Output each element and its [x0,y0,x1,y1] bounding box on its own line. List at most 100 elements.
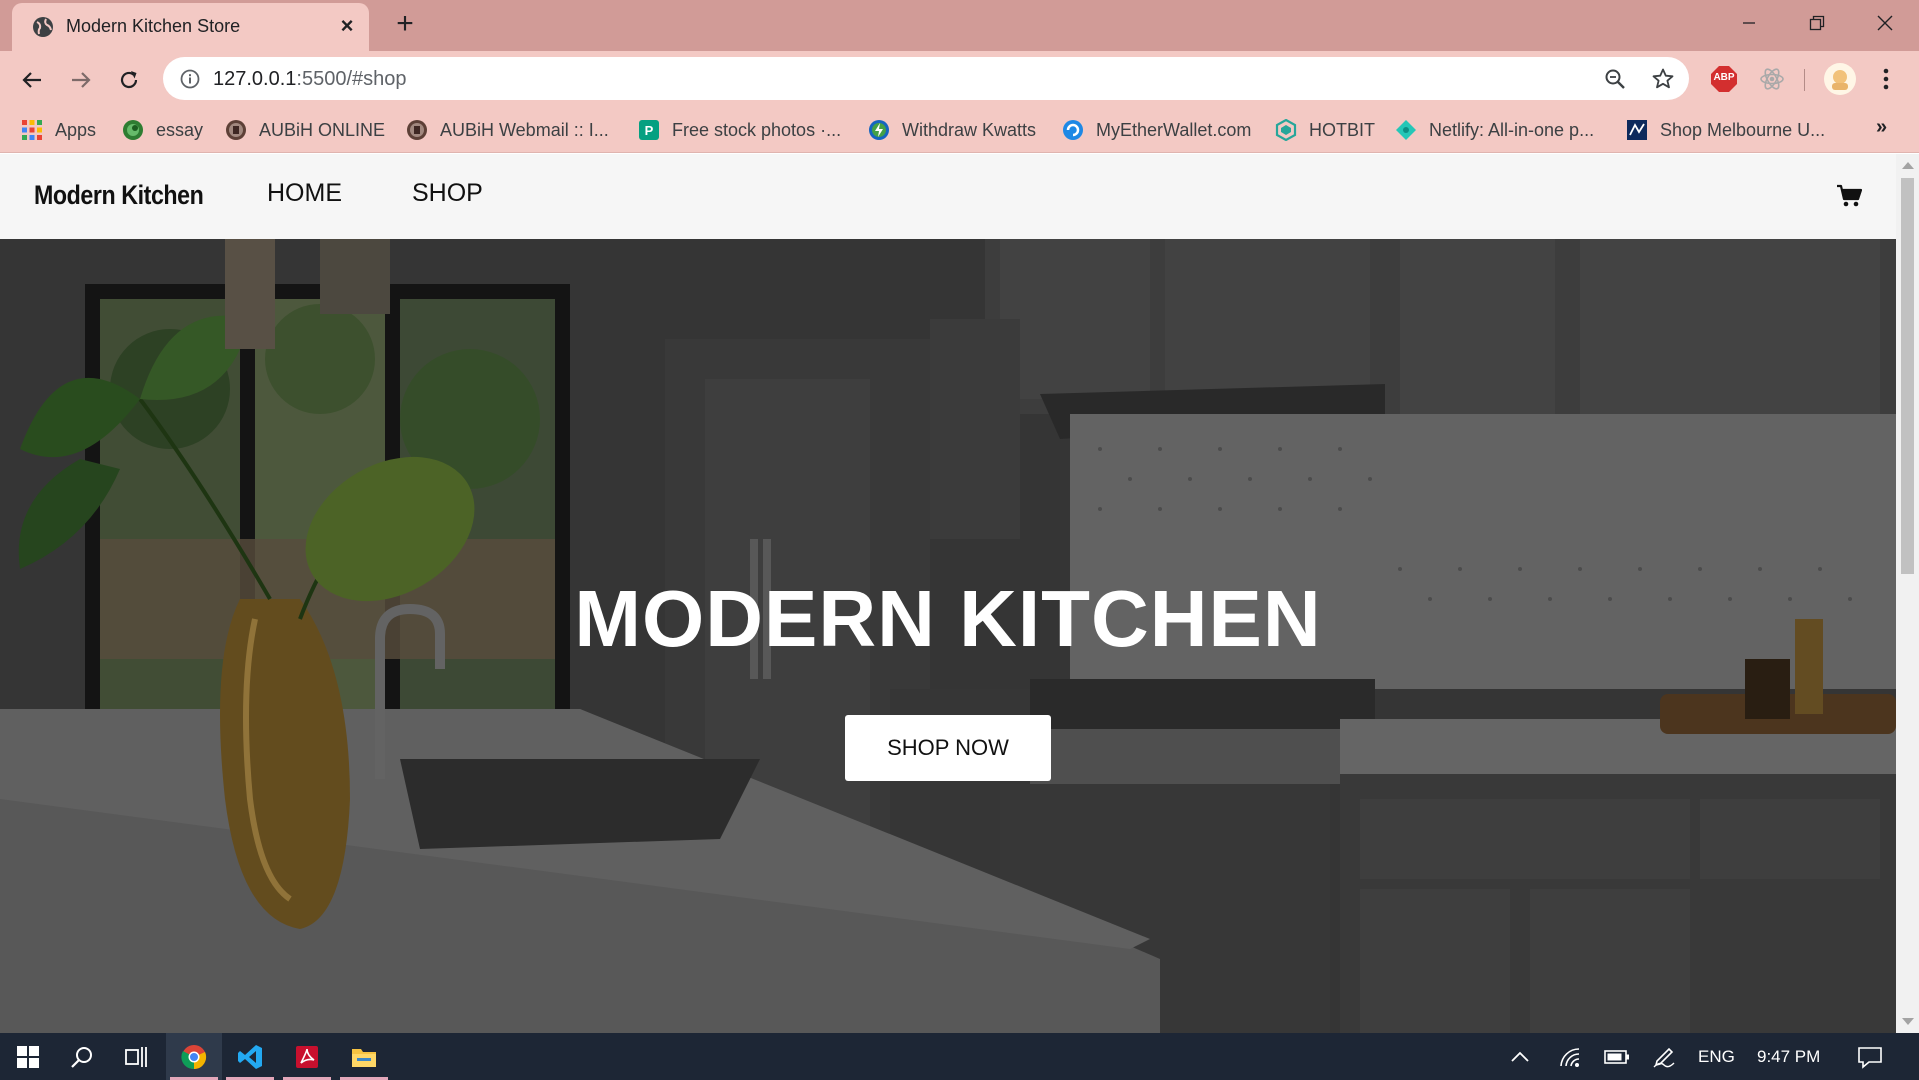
windows-taskbar: ENG 9:47 PM [0,1033,1919,1080]
url-text[interactable]: 127.0.0.1:5500/#shop [213,68,407,91]
show-hidden-icons[interactable] [1510,1033,1530,1080]
close-tab-icon[interactable]: × [335,14,359,38]
apps-grid-icon [22,120,42,140]
hotbit-icon [1275,119,1297,141]
bookmark-label: HOTBIT [1309,119,1375,140]
page-viewport: Modern Kitchen HOME SHOP MODERN KITCHEN … [0,154,1896,1033]
bookmark-netlify[interactable]: Netlify: All-in-one p... [1395,114,1594,146]
folder-icon [352,1048,376,1067]
back-arrow-icon [22,72,41,88]
minimize-button[interactable] [1725,6,1773,40]
bookmark-apps[interactable]: Apps [21,114,96,146]
shop-now-button[interactable]: SHOP NOW [845,715,1051,781]
bookmark-star-icon[interactable] [1651,67,1675,91]
scroll-down-arrow-icon[interactable] [1902,1018,1914,1025]
wifi-icon [1560,1047,1580,1067]
react-devtools-extension[interactable] [1758,65,1786,93]
battery-status[interactable] [1604,1033,1630,1080]
scroll-up-arrow-icon[interactable] [1902,162,1914,169]
pen-workspace[interactable] [1652,1033,1676,1080]
close-icon [1877,15,1893,31]
nav-shop[interactable]: SHOP [412,179,483,208]
address-bar[interactable]: 127.0.0.1:5500/#shop [163,57,1689,100]
task-view-button[interactable] [108,1033,164,1080]
kwatts-icon [869,120,889,140]
search-icon [71,1046,92,1068]
avatar-icon [1824,63,1856,95]
taskbar-vscode[interactable] [222,1033,278,1080]
site-navbar: Modern Kitchen HOME SHOP [0,154,1896,239]
bookmark-shop-melbourne[interactable]: Shop Melbourne U... [1626,114,1825,146]
bookmark-aubih-webmail[interactable]: AUBiH Webmail :: I... [406,114,609,146]
toolbar-divider [1804,69,1805,91]
bookmark-withdraw-kwatts[interactable]: Withdraw Kwatts [868,114,1036,146]
scroll-thumb[interactable] [1901,178,1914,574]
reload-icon [120,71,138,89]
network-status[interactable] [1558,1033,1582,1080]
essay-icon [123,120,143,140]
svg-text:P: P [645,123,654,138]
taskbar-file-explorer[interactable] [336,1033,392,1080]
bookmark-hotbit[interactable]: HOTBIT [1275,114,1375,146]
battery-icon [1604,1049,1629,1064]
melbourne-icon [1627,120,1647,140]
back-button[interactable] [15,63,49,97]
chevron-up-icon [1511,1051,1529,1062]
acrobat-icon [296,1045,318,1068]
bookmark-label: Shop Melbourne U... [1660,119,1826,140]
cart-icon[interactable] [1836,184,1862,208]
taskbar-chrome[interactable] [166,1033,222,1080]
bookmark-label: AUBiH ONLINE [259,119,386,140]
bookmark-myetherwallet[interactable]: MyEtherWallet.com [1062,114,1251,146]
bookmark-label: AUBiH Webmail :: I... [440,119,609,140]
reload-button[interactable] [112,63,146,97]
clock[interactable]: 9:47 PM [1757,1033,1820,1080]
pen-icon [1653,1047,1675,1068]
abp-label: ABP [1713,72,1735,83]
bookmark-label: Withdraw Kwatts [902,119,1037,140]
new-tab-button[interactable]: + [391,9,419,39]
action-center-button[interactable] [1857,1033,1883,1080]
bookmark-free-stock-photos[interactable]: P Free stock photos ·... [638,114,841,146]
zoom-icon[interactable] [1603,67,1627,91]
close-window-button[interactable] [1861,6,1909,40]
taskbar-acrobat[interactable] [279,1033,335,1080]
pexels-icon: P [639,120,659,140]
start-button[interactable] [0,1033,56,1080]
kebab-menu-icon [1883,68,1889,90]
site-info-icon[interactable] [180,69,200,89]
bookmark-label: Free stock photos ·... [672,119,842,140]
page-scrollbar[interactable] [1896,154,1919,1033]
site-logo[interactable]: Modern Kitchen [34,180,204,211]
restore-button[interactable] [1793,6,1841,40]
chrome-menu-button[interactable] [1876,65,1896,93]
aubih-webmail-icon [407,120,427,140]
hero-section: MODERN KITCHEN SHOP NOW [0,239,1896,1033]
forward-arrow-icon [72,72,91,88]
language-indicator[interactable]: ENG [1698,1033,1735,1080]
tab-title: Modern Kitchen Store [66,16,241,36]
minimize-icon [1743,22,1755,24]
url-path: :5500/#shop [296,68,407,90]
more-bookmarks-icon[interactable]: » [1876,116,1887,139]
task-view-icon [125,1046,147,1067]
browser-titlebar: Modern Kitchen Store × + [0,0,1919,51]
chrome-icon [181,1044,207,1069]
forward-button[interactable] [64,63,98,97]
adblock-plus-extension[interactable]: ABP [1710,65,1738,93]
bookmark-essay[interactable]: essay [122,114,203,146]
bookmarks-bar: Apps essay AUBiH ONLINE AUBiH Webmail ::… [0,108,1919,153]
hero-title: MODERN KITCHEN [574,574,1322,663]
profile-avatar[interactable] [1823,62,1857,96]
restore-icon [1809,15,1825,31]
windows-logo-icon [17,1045,39,1068]
vscode-icon [238,1044,262,1069]
bookmark-label: Netlify: All-in-one p... [1429,119,1595,140]
nav-home[interactable]: HOME [267,179,342,208]
browser-toolbar: 127.0.0.1:5500/#shop ABP [0,51,1919,108]
bookmark-label: MyEtherWallet.com [1096,119,1252,140]
myetherwallet-icon [1063,120,1083,140]
search-button[interactable] [54,1033,110,1080]
bookmark-aubih-online[interactable]: AUBiH ONLINE [225,114,385,146]
browser-tab[interactable]: Modern Kitchen Store × [12,3,369,51]
